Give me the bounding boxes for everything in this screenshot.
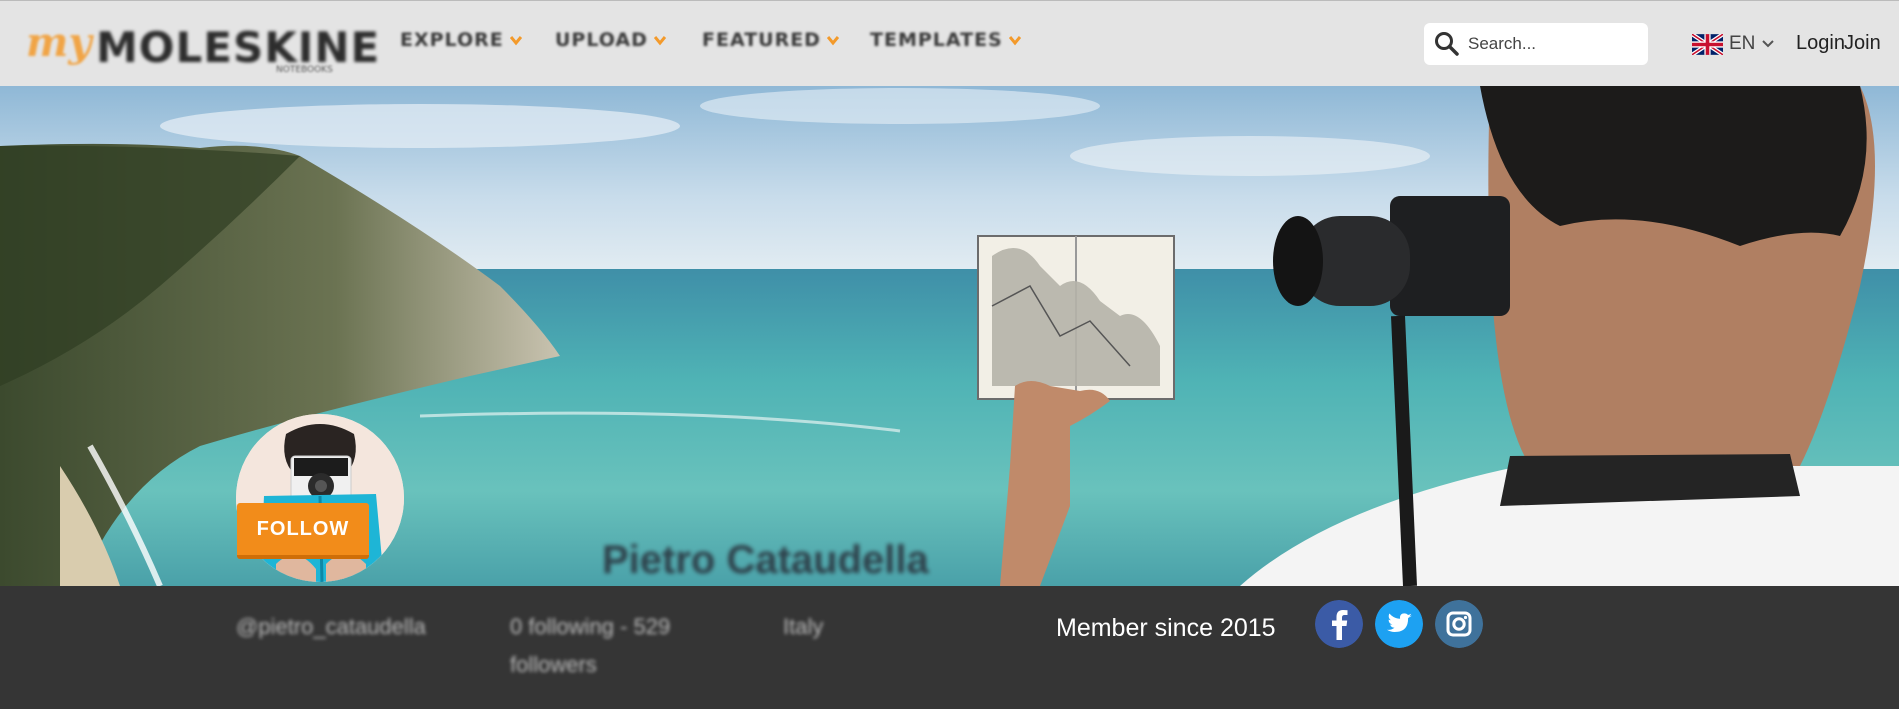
nav-featured-label: FEATURED [702,29,821,51]
search-input[interactable] [1468,31,1638,57]
nav-featured[interactable]: FEATURED [702,29,839,51]
login-link[interactable]: Login [1796,32,1845,55]
chevron-down-icon [653,36,666,46]
chevron-down-icon [826,36,839,46]
nav-templates[interactable]: TEMPLATES [870,29,1021,51]
facebook-icon[interactable] [1315,600,1363,648]
chevron-down-icon [509,36,522,46]
follow-stats-followers[interactable]: followers [510,652,597,678]
profile-name: Pietro Cataudella [602,538,929,582]
language-selector[interactable]: EN [1692,33,1775,55]
join-link[interactable]: Join [1844,32,1881,55]
chevron-down-icon [1762,40,1775,48]
logo-my: my [26,19,92,66]
logo-wordmark: MOLESKINE [96,23,381,72]
nav-upload[interactable]: UPLOAD [555,29,666,51]
member-since: Member since 2015 [1056,614,1276,642]
profile-handle: @pietro_cataudella [236,614,426,639]
follow-button[interactable]: FOLLOW [237,503,369,559]
logo-subtitle: NOTEBOOKS [276,65,333,75]
nav-explore-label: EXPLORE [400,29,504,51]
follow-stats[interactable]: 0 following - 529 [510,614,670,640]
search-icon[interactable] [1434,31,1460,57]
uk-flag-icon [1692,33,1723,55]
nav-explore[interactable]: EXPLORE [400,29,522,51]
chevron-down-icon [1008,36,1021,46]
profile-info-bar: @pietro_cataudella 0 following - 529 fol… [0,586,1899,709]
moleskine-logo[interactable]: my MOLESKINE NOTEBOOKS [26,19,379,75]
twitter-icon[interactable] [1375,600,1423,648]
nav-upload-label: UPLOAD [555,29,648,51]
search-box [1424,23,1648,65]
profile-location: Italy [783,614,824,639]
nav-templates-label: TEMPLATES [870,29,1003,51]
top-navigation-bar: my MOLESKINE NOTEBOOKS EXPLORE UPLOAD FE… [0,0,1899,86]
instagram-icon[interactable] [1435,600,1483,648]
language-code: EN [1729,33,1756,54]
